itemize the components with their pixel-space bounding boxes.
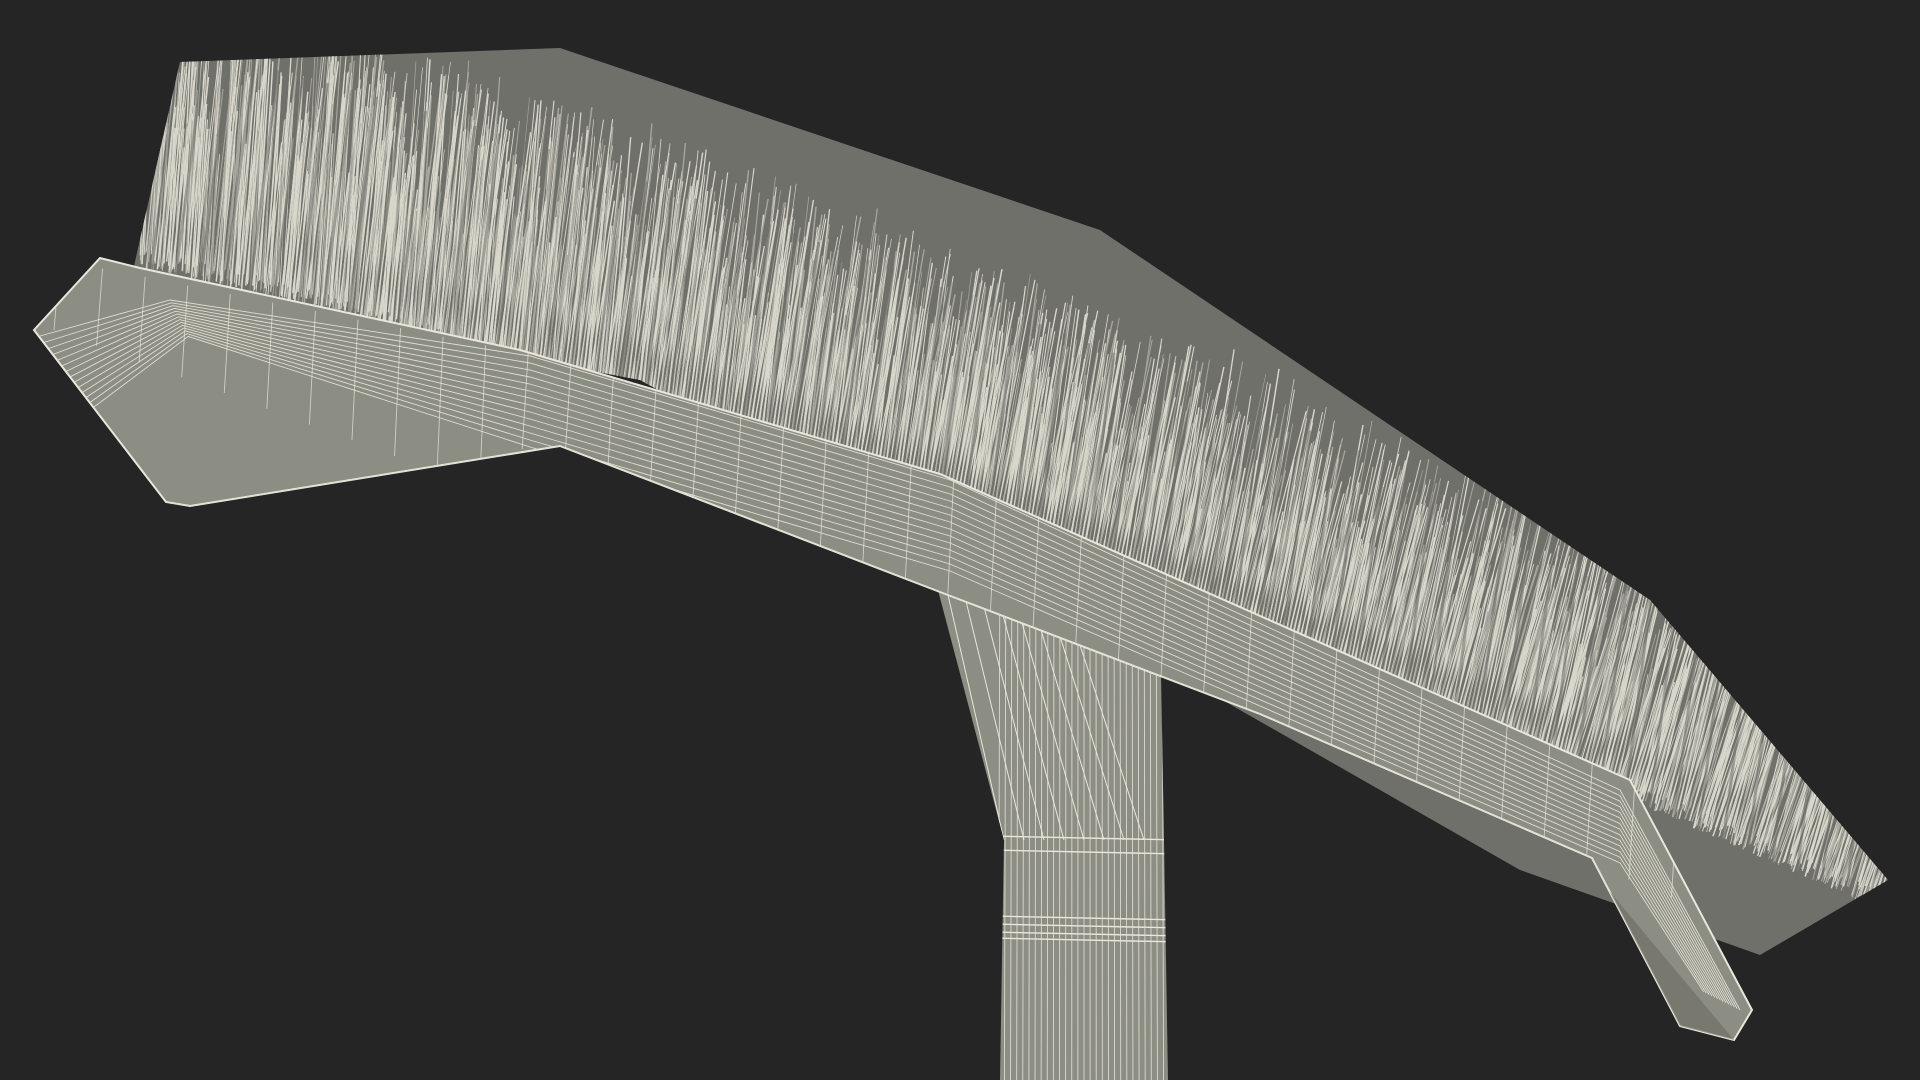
brush-render bbox=[33, 48, 1888, 1080]
render-viewport bbox=[0, 0, 1920, 1080]
